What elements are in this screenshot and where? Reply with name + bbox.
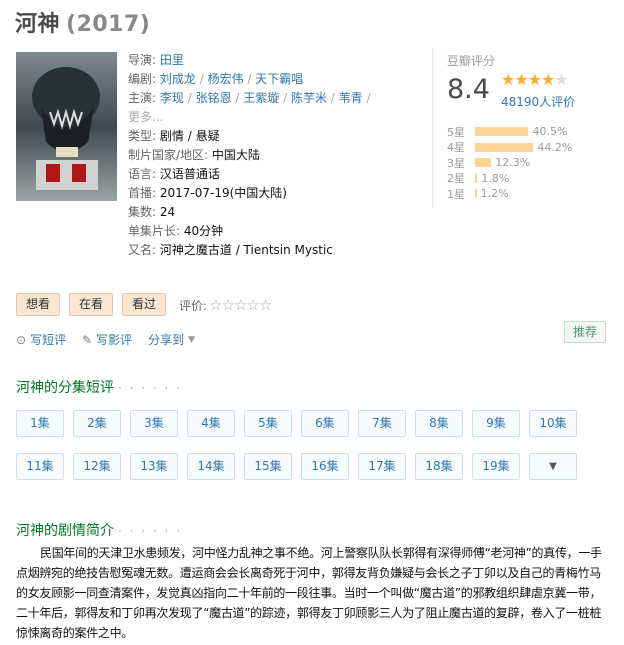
rating-votes-link[interactable]: 48190人评价: [501, 93, 575, 110]
rating-label: 豆瓣评分: [447, 54, 496, 68]
expand-episodes-icon[interactable]: ▼: [529, 453, 577, 480]
recommend-button[interactable]: 推荐: [564, 321, 606, 343]
rating-bar-row: 2星 1.8%: [447, 171, 572, 187]
rating-stars-icon: ★★★★★: [501, 70, 569, 89]
episode-button[interactable]: 14集: [187, 453, 235, 480]
episode-button[interactable]: 16集: [301, 453, 349, 480]
episode-button[interactable]: 10集: [529, 410, 577, 437]
page-title: 河神 (2017): [15, 12, 151, 37]
actor-link[interactable]: 张铭恩: [196, 91, 232, 105]
episode-button[interactable]: 18集: [415, 453, 463, 480]
genre-row: 类型: 剧情 / 悬疑: [128, 129, 220, 143]
actor-link[interactable]: 苇青: [339, 91, 363, 105]
short-review-link[interactable]: ⊙ 写短评: [16, 331, 66, 348]
episode-button[interactable]: 5集: [244, 410, 292, 437]
rating-bar: [475, 173, 478, 183]
episodes-row: 集数: 24: [128, 205, 176, 219]
rating-bar-label: 4星: [447, 141, 465, 155]
rating-bar-percent: 1.8%: [481, 171, 510, 185]
plot-section-title: 河神的剧情简介 · · · · · ·: [16, 523, 182, 539]
rate-stars-icon[interactable]: ☆☆☆☆☆: [209, 296, 272, 314]
episode-button[interactable]: 13集: [130, 453, 178, 480]
actor-link[interactable]: 陈芋米: [291, 91, 327, 105]
writer-link[interactable]: 杨宏伟: [208, 72, 244, 86]
episode-button[interactable]: 19集: [472, 453, 520, 480]
cast-more-link[interactable]: 更多...: [128, 110, 163, 124]
episode-button[interactable]: 9集: [472, 410, 520, 437]
rating-score: 8.4: [447, 74, 490, 105]
episode-button[interactable]: 3集: [130, 410, 178, 437]
episode-button[interactable]: 11集: [16, 453, 64, 480]
episode-button[interactable]: 12集: [73, 453, 121, 480]
rating-bar-percent: 40.5%: [532, 125, 568, 139]
episode-button[interactable]: 2集: [73, 410, 121, 437]
my-rating: 评价: ☆☆☆☆☆: [179, 295, 272, 314]
episode-button[interactable]: 17集: [358, 453, 406, 480]
aka-row: 又名: 河神之魔古道 / Tientsin Mystic: [128, 243, 333, 257]
collect-button[interactable]: 看过: [122, 293, 167, 316]
premiere-row: 首播: 2017-07-19(中国大陆): [128, 186, 287, 200]
rating-panel: 豆瓣评分 8.4 ★★★★★ 48190人评价 5星 40.5% 4星 44.2% 3星…: [432, 48, 615, 208]
wish-button[interactable]: 想看: [16, 293, 61, 316]
actor-link[interactable]: 王紫璇: [243, 91, 279, 105]
plot-summary: 民国年间的天津卫水患频发，河中怪力乱神之事不绝。河上警察队队长郭得有深得师傅“老…: [16, 546, 602, 640]
year: (2017): [66, 12, 151, 37]
cast-row: 主演: 李现 / 张铭恩 / 王紫璇 / 陈芋米 / 苇青 / 更多...: [128, 91, 371, 124]
episode-button[interactable]: 7集: [358, 410, 406, 437]
episode-button[interactable]: 15集: [244, 453, 292, 480]
rating-bar-percent: 1.2%: [480, 187, 509, 201]
rating-bar: [475, 189, 477, 199]
review-link[interactable]: ✎ 写影评: [82, 331, 132, 348]
pencil-icon: ✎: [82, 332, 93, 347]
episode-button[interactable]: 6集: [301, 410, 349, 437]
rating-bar-row: 4星 44.2%: [447, 140, 572, 156]
episode-button[interactable]: 1集: [16, 410, 64, 437]
rating-bar-percent: 12.3%: [495, 156, 531, 170]
director-link[interactable]: 田里: [160, 53, 184, 67]
rating-bar: [475, 158, 492, 168]
language-row: 语言: 汉语普通话: [128, 167, 220, 181]
rating-bar-row: 5星 40.5%: [447, 124, 572, 140]
rating-bar-label: 3星: [447, 156, 465, 170]
writer-link[interactable]: 刘成龙: [160, 72, 196, 86]
episode-button[interactable]: 4集: [187, 410, 235, 437]
runtime-row: 单集片长: 40分钟: [128, 224, 224, 238]
rating-bar-label: 5星: [447, 125, 465, 139]
share-dropdown[interactable]: 分享到 ▼: [148, 331, 195, 348]
doing-button[interactable]: 在看: [69, 293, 114, 316]
comment-icon: ⊙: [16, 332, 27, 347]
writer-row: 编剧: 刘成龙 / 杨宏伟 / 天下霸唱: [128, 72, 304, 86]
action-bar: 想看 在看 看过 评价: ☆☆☆☆☆: [16, 293, 272, 316]
episode-button[interactable]: 8集: [415, 410, 463, 437]
rating-bar-row: 3星 12.3%: [447, 155, 572, 171]
rating-breakdown: 5星 40.5% 4星 44.2% 3星 12.3% 2星 1.8% 1星 1.2%: [447, 124, 572, 202]
rating-bar-row: 1星 1.2%: [447, 186, 572, 202]
poster-image[interactable]: [16, 52, 117, 201]
info-panel: 导演: 田里 编剧: 刘成龙 / 杨宏伟 / 天下霸唱 主演: 李现 / 张铭恩…: [128, 51, 386, 260]
rating-bar-label: 1星: [447, 187, 465, 201]
country-row: 制片国家/地区: 中国大陆: [128, 148, 260, 162]
rating-bar-label: 2星: [447, 172, 465, 186]
writer-link[interactable]: 天下霸唱: [255, 72, 303, 86]
rating-bar: [475, 142, 534, 152]
share-bar: ⊙ 写短评 ✎ 写影评 分享到 ▼: [16, 331, 211, 348]
episodes-section-title: 河神的分集短评 · · · · · ·: [16, 380, 182, 396]
rating-bar: [475, 127, 529, 137]
chevron-down-icon: ▼: [188, 334, 196, 345]
rating-bar-percent: 44.2%: [537, 140, 573, 154]
director-row: 导演: 田里: [128, 53, 184, 67]
actor-link[interactable]: 李现: [160, 91, 184, 105]
